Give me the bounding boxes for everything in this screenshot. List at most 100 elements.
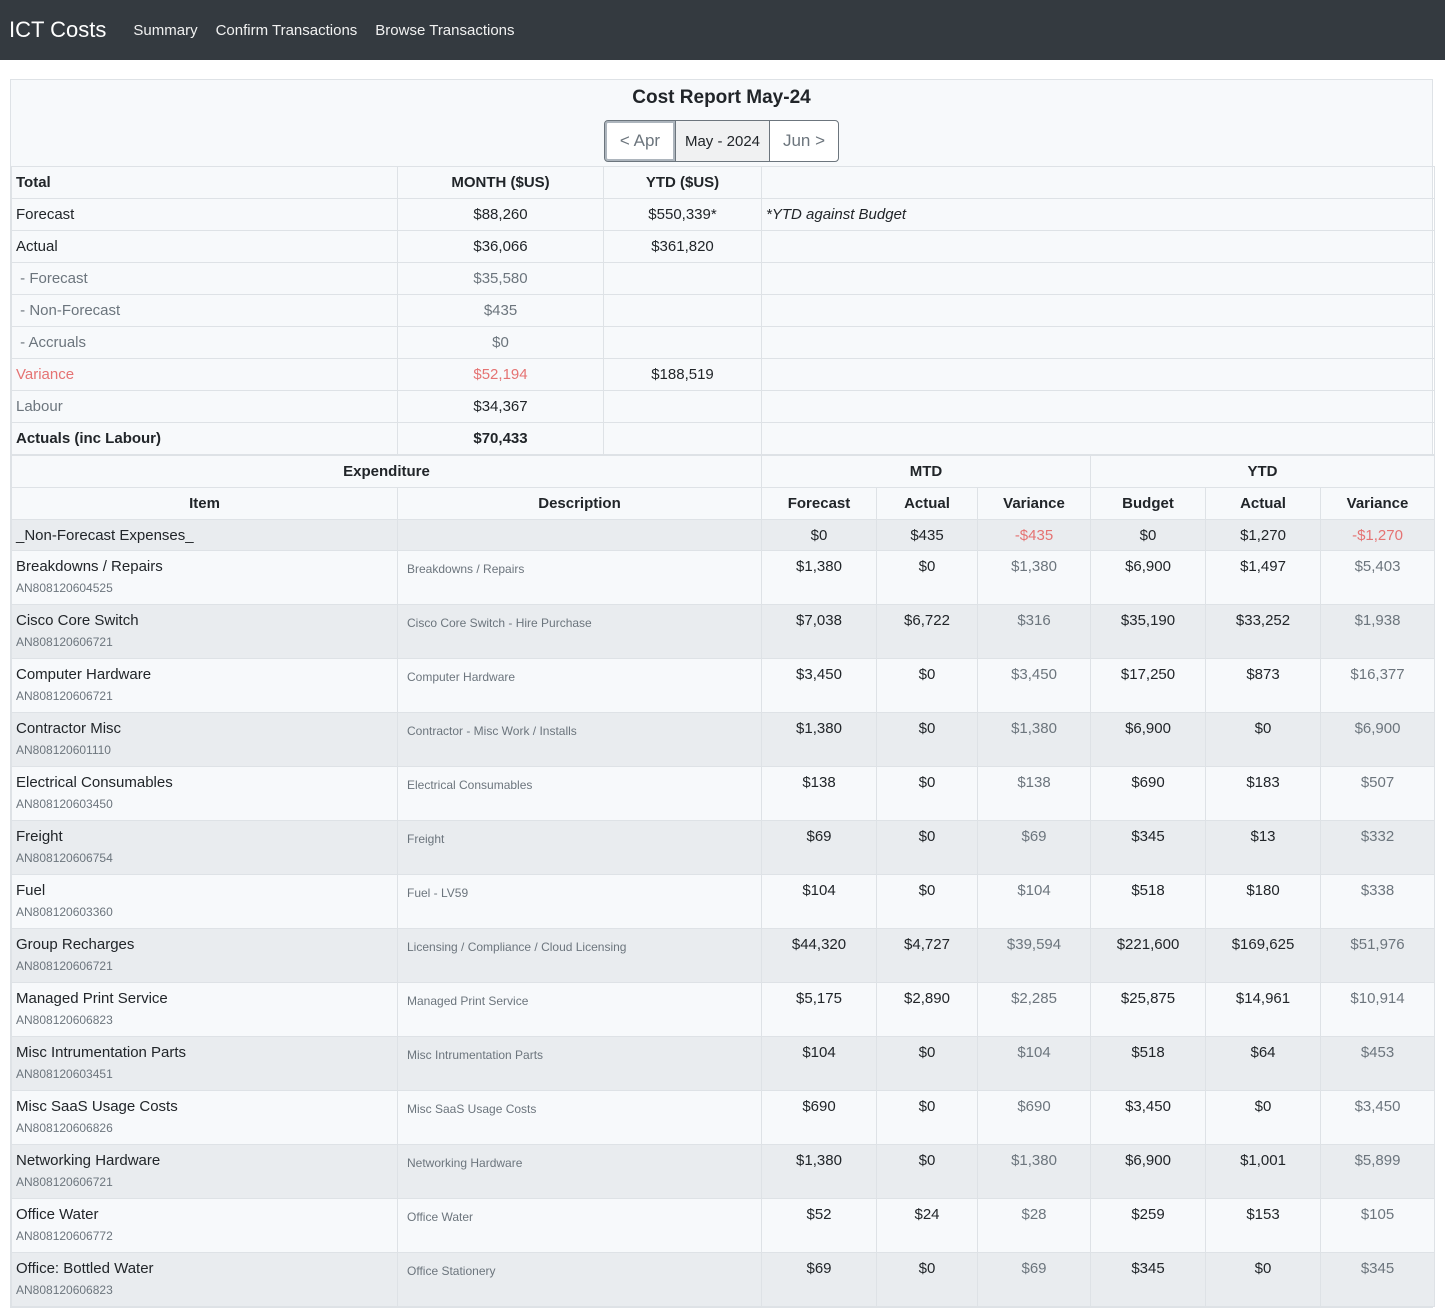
ytd-variance: $5,899	[1320, 1144, 1436, 1199]
mtd-actual: $0	[876, 712, 978, 767]
summary-row-labour: Labour $34,367	[11, 390, 1435, 423]
summary-month: $35,580	[397, 262, 604, 295]
table-row[interactable]: Cisco Core Switch AN808120606721 Cisco Cor…	[11, 604, 1436, 659]
ytd-actual: $873	[1205, 658, 1322, 713]
next-month-button[interactable]: Jun >	[769, 120, 839, 162]
item-description-cell: Electrical Consumables	[397, 766, 762, 821]
ytd-budget: $6,900	[1090, 1144, 1207, 1199]
ytd-variance: $345	[1320, 1252, 1436, 1307]
item-account-code: AN808120606826	[16, 1121, 113, 1135]
mtd-actual: $435	[876, 519, 978, 551]
group-header-row: Expenditure MTD YTD	[11, 455, 1436, 488]
summary-ytd	[603, 390, 762, 423]
nav-browse-transactions[interactable]: Browse Transactions	[375, 22, 514, 39]
table-row[interactable]: Networking Hardware AN808120606721 Network…	[11, 1144, 1436, 1199]
item-account-code: AN808120604525	[16, 581, 113, 595]
summary-note	[761, 294, 1435, 327]
item-account-code: AN808120603451	[16, 1067, 113, 1081]
mtd-variance: $104	[976, 874, 1092, 929]
ytd-actual: $183	[1205, 766, 1322, 821]
mtd-forecast: $138	[761, 766, 877, 821]
item-cell: Office: Bottled Water AN808120606823	[11, 1252, 398, 1307]
ytd-variance: $338	[1320, 874, 1436, 929]
item-description: Fuel - LV59	[407, 886, 469, 900]
col-header-description: Description	[397, 487, 762, 520]
ytd-budget: $6,900	[1090, 550, 1207, 605]
table-row[interactable]: Breakdowns / Repairs AN808120604525 Breakd…	[11, 550, 1436, 605]
ytd-actual: $13	[1205, 820, 1322, 875]
table-row[interactable]: Misc Intrumentation Parts AN808120603451 M…	[11, 1036, 1436, 1091]
table-row-non-forecast[interactable]: _Non-Forecast Expenses_ $0 $435 -$435 $0…	[11, 519, 1436, 551]
table-row[interactable]: Office Water AN808120606772 Office Water $5…	[11, 1198, 1436, 1253]
item-cell: Computer Hardware AN808120606721	[11, 658, 398, 713]
ytd-variance: $453	[1320, 1036, 1436, 1091]
summary-label: Variance	[11, 358, 398, 391]
item-description-cell: Office Stationery	[397, 1252, 762, 1307]
mtd-variance: -$435	[976, 519, 1092, 551]
item-cell: Misc SaaS Usage Costs AN808120606826	[11, 1090, 398, 1145]
item-account-code: AN808120606823	[16, 1283, 113, 1297]
table-row[interactable]: Fuel AN808120603360 Fuel - LV59 $104 $0 $104 $…	[11, 874, 1436, 929]
table-row[interactable]: Group Recharges AN808120606721 Licensing /…	[11, 928, 1436, 983]
mtd-forecast: $7,038	[761, 604, 877, 659]
col-header-ytd-actual: Actual	[1205, 487, 1322, 520]
summary-row-non-forecast: - Non-Forecast $435	[11, 294, 1435, 327]
summary-row-accruals: - Accruals $0	[11, 326, 1435, 359]
ytd-actual: $0	[1205, 712, 1322, 767]
item-account-code: AN808120601110	[16, 743, 111, 757]
ytd-variance: $1,938	[1320, 604, 1436, 659]
summary-table: Total MONTH ($US) YTD ($US) Forecast $88…	[11, 166, 1435, 455]
top-navbar: ICT Costs Summary Confirm Transactions B…	[0, 0, 1445, 60]
mtd-variance: $104	[976, 1036, 1092, 1091]
app-brand[interactable]: ICT Costs	[9, 17, 106, 43]
item-cell: Contractor Misc AN808120601110	[11, 712, 398, 767]
item-cell: Networking Hardware AN808120606721	[11, 1144, 398, 1199]
summary-month: $88,260	[397, 198, 604, 231]
nav-confirm-transactions[interactable]: Confirm Transactions	[216, 22, 358, 39]
table-row[interactable]: Misc SaaS Usage Costs AN808120606826 Misc …	[11, 1090, 1436, 1145]
summary-month: $70,433	[397, 422, 604, 455]
summary-note	[761, 422, 1435, 455]
ytd-variance: $10,914	[1320, 982, 1436, 1037]
summary-note	[761, 230, 1435, 263]
table-row[interactable]: Managed Print Service AN808120606823 Manag…	[11, 982, 1436, 1037]
ytd-actual: $0	[1205, 1090, 1322, 1145]
mtd-forecast: $5,175	[761, 982, 877, 1037]
item-description: Electrical Consumables	[407, 778, 533, 792]
summary-label: Labour	[11, 390, 398, 423]
item-name: Office: Bottled Water	[16, 1260, 154, 1277]
summary-row-actuals-inc-labour: Actuals (inc Labour) $70,433	[11, 422, 1435, 455]
nav-summary[interactable]: Summary	[133, 22, 197, 39]
item-cell: Misc Intrumentation Parts AN808120603451	[11, 1036, 398, 1091]
table-row[interactable]: Office: Bottled Water AN808120606823 Offic…	[11, 1252, 1436, 1307]
table-row[interactable]: Electrical Consumables AN808120603450 Elec…	[11, 766, 1436, 821]
table-row[interactable]: Contractor Misc AN808120601110 Contractor …	[11, 712, 1436, 767]
item-name: Contractor Misc	[16, 720, 122, 737]
ytd-budget: $3,450	[1090, 1090, 1207, 1145]
current-month-button[interactable]: May - 2024	[676, 120, 769, 162]
table-row[interactable]: Freight AN808120606754 Freight $69 $0 $69 $345…	[11, 820, 1436, 875]
summary-label: - Accruals	[11, 326, 398, 359]
mtd-forecast: $52	[761, 1198, 877, 1253]
mtd-forecast: $104	[761, 1036, 877, 1091]
item-description-cell: Networking Hardware	[397, 1144, 762, 1199]
item-description-cell: Contractor - Misc Work / Installs	[397, 712, 762, 767]
item-cell: Fuel AN808120603360	[11, 874, 398, 929]
mtd-variance: $2,285	[976, 982, 1092, 1037]
ytd-budget: $35,190	[1090, 604, 1207, 659]
mtd-forecast: $44,320	[761, 928, 877, 983]
item-account-code: AN808120606721	[16, 1175, 113, 1189]
item-account-code: AN808120603450	[16, 797, 113, 811]
item-name: Networking Hardware	[16, 1152, 161, 1169]
item-account-code: AN808120603360	[16, 905, 113, 919]
column-header-row: Item Description Forecast Actual Varianc…	[11, 487, 1436, 520]
item-name: Computer Hardware	[16, 666, 152, 683]
ytd-actual: $169,625	[1205, 928, 1322, 983]
mtd-variance: $39,594	[976, 928, 1092, 983]
table-row[interactable]: Computer Hardware AN808120606721 Computer …	[11, 658, 1436, 713]
ytd-variance: $332	[1320, 820, 1436, 875]
ytd-variance: $3,450	[1320, 1090, 1436, 1145]
mtd-forecast: $690	[761, 1090, 877, 1145]
prev-month-button[interactable]: < Apr	[604, 120, 676, 162]
mtd-actual: $0	[876, 766, 978, 821]
